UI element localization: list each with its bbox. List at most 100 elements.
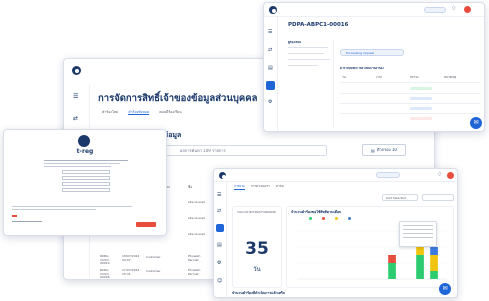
chart-bar — [430, 271, 438, 279]
tab-all-requests[interactable]: คำร้องทั้งหมด — [128, 110, 150, 116]
app-logo — [269, 6, 277, 14]
row-type: Customer — [146, 256, 161, 259]
consent-option[interactable] — [62, 182, 110, 186]
completed-requests-caption: จำนวนคำร้องที่ดำเนินการแล้วเสร็จ — [232, 291, 285, 295]
tab-operations[interactable]: การดำเนินการ — [251, 185, 270, 190]
row-name: Phuwish Parinat — [188, 255, 201, 262]
legend-swatch — [309, 217, 312, 220]
search-input[interactable] — [424, 7, 446, 13]
column-header-status: สถานะ — [410, 76, 419, 79]
avatar[interactable] — [464, 6, 471, 13]
kpi-card: ระยะเวลาดำเนินการโดยเฉลี่ย 35 วัน — [232, 206, 282, 288]
gear-icon[interactable]: ⚙ — [268, 99, 272, 105]
filter-icon: ▤ — [371, 147, 375, 153]
chart-bar — [388, 255, 396, 263]
column-header-day: วัน — [342, 76, 346, 79]
row-request-id: RDPA-CUSO-00019 — [100, 255, 110, 266]
treg-logo — [78, 135, 90, 147]
status-badge: Processing request — [340, 49, 404, 56]
sidebar: ☰ ⇄ ▤ ⚙ — [264, 17, 278, 131]
filter-select[interactable]: Add Selected — [382, 194, 418, 201]
legend-swatch — [335, 217, 338, 220]
consent-footer-text — [12, 206, 132, 210]
table-cell: site.receipt — [188, 201, 205, 204]
search-input[interactable]: ผลการค้นหา 109 รายการ — [151, 145, 327, 156]
log-section-title: ตารางบันทึกการดำเนินการคำร้อง — [340, 67, 384, 70]
chart-title: จำนวนคำร้องขอใช้สิทธิ์ตามเดือน — [291, 210, 342, 214]
chart-card: จำนวนคำร้องขอใช้สิทธิ์ตามเดือน — [286, 206, 454, 288]
chart-bar — [416, 247, 424, 255]
request-detail-window: ♢ ☰ ⇄ ▤ ⚙ PDPA-ABPC1-00016 ผู้ร้องเรียน … — [263, 2, 485, 132]
consent-option[interactable] — [62, 176, 110, 180]
table-row[interactable] — [340, 115, 480, 123]
bell-icon[interactable]: ♢ — [437, 171, 442, 178]
brand-name: t-reg — [76, 148, 94, 155]
filter-button-label: ตัวกรอง 10 — [376, 147, 397, 152]
date-range-select[interactable] — [422, 194, 454, 201]
chart-bar — [430, 255, 438, 271]
column-header-name: ชื่อ — [188, 185, 193, 189]
chart-bar — [388, 263, 396, 279]
column-header-time: เวลา — [376, 76, 383, 79]
filter-button[interactable]: ▤ ตัวกรอง 10 — [362, 144, 406, 156]
menu-icon[interactable]: ☰ — [73, 93, 78, 100]
row-date: 17/07/2024 15:31 — [122, 269, 140, 276]
action-log-table: วัน เวลา สถานะ หมายเหตุ — [340, 76, 480, 128]
active-nav-item[interactable] — [266, 81, 275, 90]
menu-icon[interactable]: ☰ — [268, 29, 272, 35]
menu-icon[interactable]: ☰ — [217, 192, 221, 198]
table-row[interactable] — [340, 105, 480, 113]
consent-form-window: t-reg — [3, 129, 167, 236]
status-label: Processing request — [346, 51, 375, 55]
signature-field[interactable] — [12, 221, 42, 222]
tab-overview[interactable]: ภาพรวม — [234, 185, 245, 190]
row-name: Phuwish Parinat — [188, 269, 201, 276]
tab-complaints[interactable]: ตอนนี้ร้องเรียน — [159, 110, 181, 115]
sidebar: ☰ ⇄ ▤ ⚙ ☺ — [214, 182, 227, 297]
kpi-value: 35 — [245, 239, 269, 259]
submit-button[interactable] — [136, 222, 156, 227]
request-id-title: PDPA-ABPC1-00016 — [288, 22, 349, 28]
row-request-id: RDPA-CUSO-00026 — [100, 269, 110, 280]
top-bar: ♢ — [214, 169, 457, 182]
top-bar: ♢ — [264, 3, 484, 17]
gear-icon[interactable]: ⚙ — [217, 260, 221, 266]
table-row[interactable] — [340, 95, 480, 103]
user-icon[interactable]: ☺ — [217, 278, 222, 284]
required-marker — [12, 215, 17, 217]
row-date: 18/07/2024 09:07 — [122, 255, 140, 262]
search-input[interactable] — [376, 172, 400, 178]
active-nav-item[interactable] — [216, 224, 224, 232]
tab-bar: คำร้องใหม่ คำร้องทั้งหมด ตอนนี้ร้องเรียน — [102, 110, 182, 116]
transfer-icon[interactable]: ⇄ — [268, 47, 272, 53]
chart-tooltip — [399, 221, 437, 247]
requester-heading: ผู้ร้องเรียน — [288, 41, 302, 44]
tab-new-requests[interactable]: คำร้องใหม่ — [102, 110, 118, 115]
kpi-title: ระยะเวลาดำเนินการโดยเฉลี่ย — [237, 211, 276, 214]
app-logo — [72, 66, 81, 75]
document-icon[interactable]: ▤ — [217, 242, 222, 248]
filter-select-value: Add Selected — [386, 196, 406, 200]
dashboard-window: ♢ ☰ ⇄ ▤ ⚙ ☺ ภาพรวม การดำเนินการ คำร้อง A… — [213, 168, 458, 298]
kpi-unit: วัน — [253, 266, 261, 273]
column-header-note: หมายเหตุ — [444, 76, 457, 79]
requester-panel: ผู้ร้องเรียน — [284, 39, 334, 127]
transfer-icon[interactable]: ⇄ — [73, 115, 78, 122]
tab-requests[interactable]: คำร้อง — [276, 185, 285, 190]
avatar[interactable] — [447, 172, 454, 179]
app-logo — [219, 172, 226, 179]
tab-bar: ภาพรวม การดำเนินการ คำร้อง — [234, 185, 284, 190]
consent-option[interactable] — [62, 170, 110, 174]
chat-button[interactable]: ✉ — [470, 117, 482, 129]
chat-button[interactable]: ✉ — [439, 283, 451, 295]
chart-bar — [430, 247, 438, 255]
table-row[interactable] — [340, 85, 480, 93]
consent-option[interactable] — [62, 188, 110, 192]
chart-bar — [416, 255, 424, 279]
consent-options — [62, 170, 110, 194]
row-type: Customer — [146, 270, 161, 273]
transfer-icon[interactable]: ⇄ — [217, 208, 221, 214]
bell-icon[interactable]: ♢ — [451, 5, 456, 12]
search-result-count: ผลการค้นหา 109 รายการ — [180, 149, 226, 153]
document-icon[interactable]: ▤ — [268, 65, 273, 71]
